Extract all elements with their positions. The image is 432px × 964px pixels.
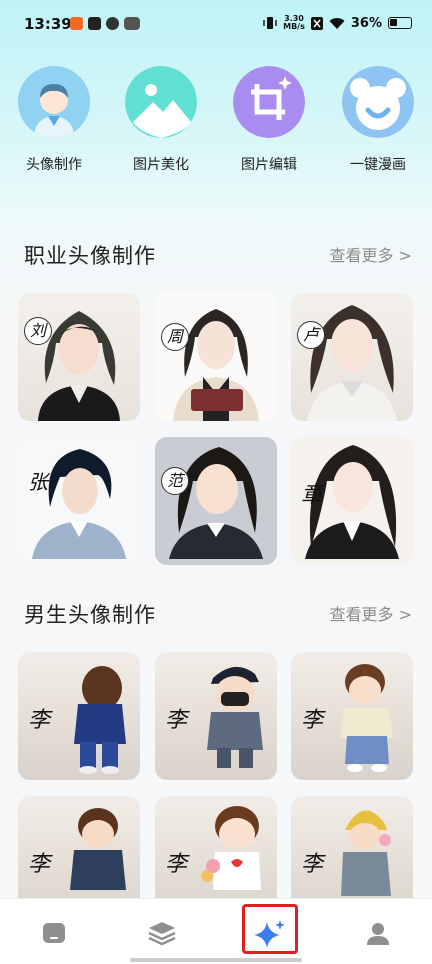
crop-icon [233, 66, 305, 138]
bear-icon [342, 66, 414, 138]
avatar-card[interactable]: 李 [291, 652, 413, 780]
status-indicators: 3.30 MB/s 36% [263, 15, 412, 31]
avatar-card[interactable]: 章 [291, 437, 413, 565]
surname-badge: 范 [161, 467, 189, 495]
tool-label: 图片美化 [133, 157, 189, 173]
profile-icon [367, 923, 389, 945]
wifi-icon [329, 17, 345, 29]
portrait-illustration [173, 309, 259, 421]
nav-profile[interactable] [358, 917, 398, 949]
surname-badge: 李 [28, 852, 51, 877]
net-speed-unit: MB/s [283, 22, 305, 31]
tool-label: 头像制作 [26, 157, 82, 173]
landscape-icon [125, 66, 197, 138]
sim-icon [310, 16, 323, 30]
tool-avatar-maker[interactable]: 头像制作 [9, 66, 99, 174]
surname-badge: 卢 [297, 321, 325, 349]
surname-badge: 章 [301, 483, 324, 508]
bottom-nav [0, 898, 432, 964]
more-link-male[interactable]: 查看更多 > [330, 601, 413, 625]
surname-badge: 李 [301, 708, 324, 733]
section-title-professional: 职业头像制作 [24, 244, 156, 268]
surname-badge: 李 [301, 852, 324, 877]
avatar-card[interactable]: 周 [155, 293, 277, 421]
portrait-illustration [169, 447, 263, 559]
vibrate-icon [263, 17, 277, 29]
avatar-card[interactable]: 刘 [18, 293, 140, 421]
battery-percent: 36% [350, 15, 382, 31]
surname-badge: 周 [161, 323, 189, 351]
tool-one-click-comic[interactable]: 一键漫画 [333, 66, 423, 174]
section-title-male: 男生头像制作 [24, 603, 156, 627]
gesture-bar[interactable] [130, 958, 302, 962]
surname-badge: 李 [165, 708, 188, 733]
avatar-card[interactable]: 张 [18, 437, 140, 565]
net-speed: 3.30 MB/s [283, 15, 305, 31]
tool-label: 一键漫画 [350, 157, 406, 173]
status-bar: 13:39 3.30 MB/s 36% [0, 0, 432, 50]
notification-app-icon [70, 17, 83, 30]
battery-icon [388, 17, 412, 29]
surname-badge: 刘 [24, 317, 52, 345]
nav-home[interactable] [34, 917, 74, 949]
notification-app-icon [106, 17, 119, 30]
portrait-illustration [307, 305, 397, 421]
portrait-illustration [38, 311, 120, 421]
more-link-professional[interactable]: 查看更多 > [330, 242, 413, 266]
status-time: 13:39 [24, 15, 72, 33]
notification-app-icon [88, 17, 101, 30]
surname-badge: 张 [28, 470, 48, 494]
avatar-card[interactable]: 李 [155, 652, 277, 780]
avatar-card[interactable]: 范 [155, 437, 277, 565]
avatar-icon [18, 66, 90, 138]
notification-app-icon [124, 17, 140, 30]
tool-image-beautify[interactable]: 图片美化 [116, 66, 206, 174]
portrait-illustration [32, 449, 126, 559]
layers-icon [148, 922, 176, 946]
avatar-card[interactable]: 李 [18, 652, 140, 780]
avatar-card[interactable]: 卢 [291, 293, 413, 421]
tool-label: 图片编辑 [241, 157, 297, 173]
selection-highlight [242, 904, 298, 954]
tool-image-edit[interactable]: 图片编辑 [224, 66, 314, 174]
home-icon [43, 923, 65, 943]
surname-badge: 李 [28, 708, 51, 733]
surname-badge: 李 [165, 852, 188, 877]
nav-layers[interactable] [142, 917, 182, 949]
